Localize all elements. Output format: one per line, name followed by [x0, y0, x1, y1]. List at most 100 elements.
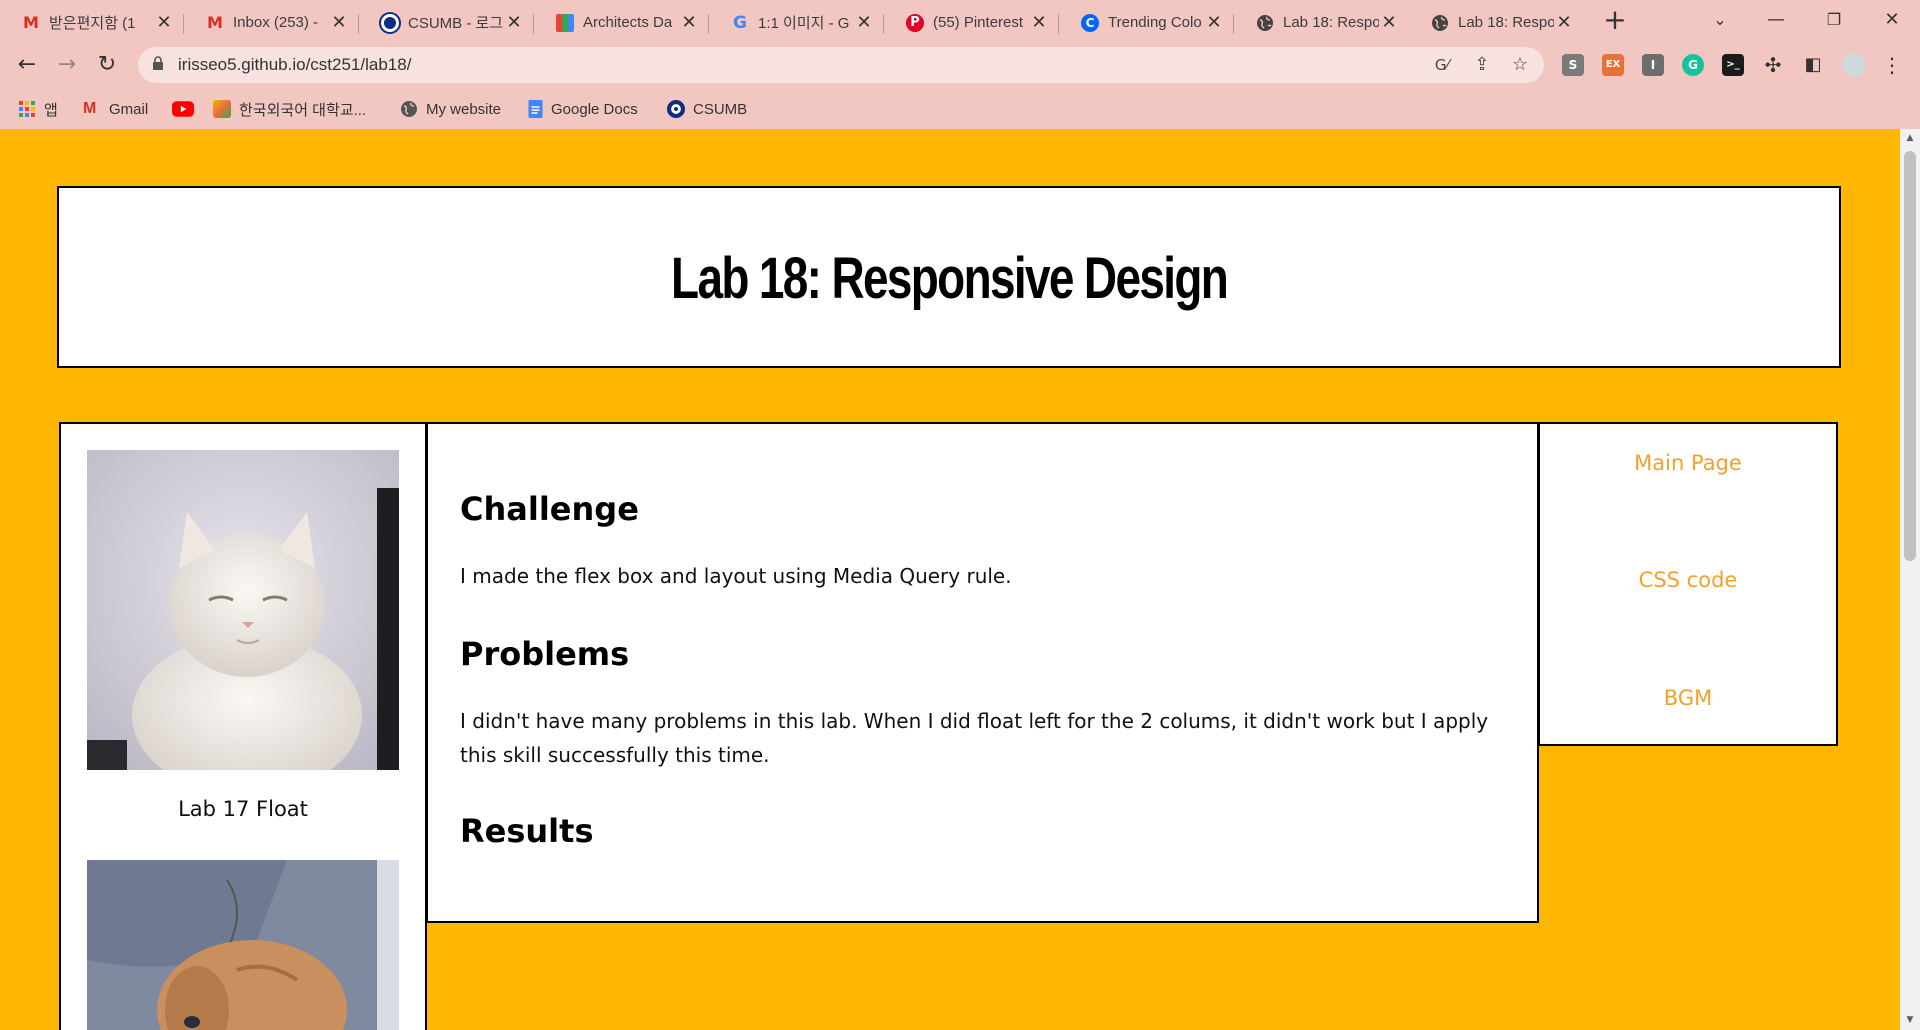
tab-title: Inbox (253) - [233, 14, 319, 31]
extension-s-icon[interactable]: S [1562, 54, 1584, 76]
extensions-puzzle-icon[interactable]: ✣ [1757, 49, 1789, 81]
nav-link-css-code[interactable]: CSS code [1540, 568, 1836, 592]
share-icon[interactable]: ⇪ [1470, 54, 1494, 78]
globe-icon [1431, 14, 1449, 32]
dog-photo [87, 860, 399, 1030]
side-panel-icon[interactable]: ◧ [1797, 49, 1829, 81]
restore-icon[interactable]: ❐ [1806, 0, 1862, 41]
bookmark-apps[interactable]: 앱 [18, 97, 58, 121]
browser-chrome: M 받은편지함 (1 ✕ M Inbox (253) - ✕ CSUMB - 로… [0, 0, 1920, 129]
gmail-icon: M [207, 13, 223, 32]
close-tab-icon[interactable]: ✕ [154, 12, 174, 33]
minimize-icon[interactable]: — [1748, 0, 1804, 41]
tab-8[interactable]: Lab 18: Respo ✕ [1234, 4, 1409, 41]
extension-i-icon[interactable]: I [1642, 54, 1664, 76]
bookmark-star-icon[interactable]: ☆ [1508, 54, 1532, 78]
globe-icon [401, 101, 417, 117]
bookmark-label: 앱 [44, 101, 58, 119]
page-header: Lab 18: Responsive Design [57, 186, 1841, 368]
bookmark-gmail[interactable]: M Gmail [83, 97, 148, 121]
main-content: Challenge I made the flex box and layout… [426, 422, 1539, 923]
tab-search-icon[interactable]: ⌄ [1692, 0, 1748, 41]
tab-title: Lab 18: Respo [1458, 14, 1554, 31]
tab-6[interactable]: P (55) Pinterest ✕ [884, 4, 1059, 41]
tab-title: CSUMB - 로그 [408, 15, 504, 32]
address-bar[interactable]: irisseo5.github.io/cst251/lab18/ G⁄ ⇪ ☆ [138, 47, 1544, 83]
page-viewport: Lab 18: Responsive Design Lab 17 Float C… [0, 129, 1900, 1030]
google-docs-icon [528, 100, 543, 118]
close-tab-icon[interactable]: ✕ [504, 12, 524, 33]
scroll-down-icon[interactable]: ▼ [1905, 1015, 1915, 1025]
back-icon[interactable]: ← [11, 49, 43, 81]
page-title: Lab 18: Responsive Design [670, 243, 1229, 311]
bookmark-label: CSUMB [693, 100, 748, 118]
tab-1[interactable]: M 받은편지함 (1 ✕ [0, 4, 184, 41]
close-tab-icon[interactable]: ✕ [679, 12, 699, 33]
close-tab-icon[interactable]: ✕ [1554, 12, 1574, 33]
close-tab-icon[interactable]: ✕ [854, 12, 874, 33]
grammarly-icon[interactable]: G [1682, 54, 1704, 76]
extension-ex-icon[interactable]: EX [1602, 54, 1624, 76]
pinterest-icon: P [906, 13, 924, 32]
bookmark-csumb[interactable]: CSUMB [667, 97, 747, 121]
bookmark-label: My website [426, 100, 502, 118]
lock-icon [153, 56, 163, 70]
csumb-icon [381, 13, 399, 32]
menu-kebab-icon[interactable]: ⋮ [1876, 49, 1908, 81]
forward-icon[interactable]: → [51, 49, 83, 81]
bookmark-youtube[interactable] [172, 97, 202, 121]
close-tab-icon[interactable]: ✕ [1204, 12, 1224, 33]
vertical-scrollbar[interactable]: ▲ ▼ [1900, 129, 1920, 1030]
bookmark-my-website[interactable]: My website [400, 97, 501, 121]
tab-5[interactable]: G 1:1 이미지 - G ✕ [709, 4, 884, 41]
google-icon: G [733, 12, 747, 33]
close-tab-icon[interactable]: ✕ [329, 12, 349, 33]
new-tab-icon[interactable]: + [1600, 6, 1630, 36]
sidebar-right-nav: Main Page CSS code BGM [1538, 422, 1838, 746]
section-heading-problems: Problems [460, 635, 630, 673]
bookmark-label: 한국외국어 대학교... [239, 101, 367, 119]
translate-icon[interactable]: G⁄ [1430, 54, 1454, 78]
tab-3[interactable]: CSUMB - 로그 ✕ [359, 4, 534, 41]
close-tab-icon[interactable]: ✕ [1029, 12, 1049, 33]
tab-title: Trending Colo [1108, 14, 1202, 31]
tab-strip: M 받은편지함 (1 ✕ M Inbox (253) - ✕ CSUMB - 로… [0, 0, 1920, 41]
section-text-challenge: I made the flex box and layout using Med… [460, 564, 1012, 588]
nav-link-bgm[interactable]: BGM [1540, 686, 1836, 710]
section-text-problems: I didn't have many problems in this lab.… [460, 709, 1489, 767]
csumb-icon [667, 100, 685, 118]
tab-title: (55) Pinterest [933, 14, 1024, 31]
tab-title: 1:1 이미지 - G [758, 15, 850, 32]
bookmark-hufs[interactable]: 한국외국어 대학교... [213, 97, 366, 121]
bookmark-google-docs[interactable]: Google Docs [528, 97, 638, 121]
coolors-icon: C [1081, 13, 1099, 32]
reload-icon[interactable]: ↻ [91, 49, 123, 81]
gmail-icon: M [23, 13, 39, 32]
bookmarks-bar: 앱 M Gmail 한국외국어 대학교... My website Google… [0, 89, 1920, 129]
youtube-icon [172, 101, 194, 117]
tab-title: Lab 18: Respo [1283, 14, 1379, 31]
url-text[interactable]: irisseo5.github.io/cst251/lab18/ [178, 55, 411, 75]
sidebar-caption: Lab 17 Float [178, 797, 308, 821]
sidebar-left: Lab 17 Float [59, 422, 427, 1030]
globe-icon [1256, 14, 1274, 32]
tab-4[interactable]: Architects Da ✕ [534, 4, 709, 41]
avatar[interactable] [1838, 49, 1870, 81]
tab-2[interactable]: M Inbox (253) - ✕ [184, 4, 359, 41]
scrollbar-thumb[interactable] [1904, 151, 1916, 561]
bookmark-label: Gmail [109, 100, 149, 118]
architects-icon [556, 13, 574, 32]
gmail-icon: M [83, 100, 97, 117]
tab-7[interactable]: C Trending Colo ✕ [1059, 4, 1234, 41]
tab-9-active[interactable]: Lab 18: Respo ✕ [1409, 4, 1584, 41]
section-heading-results: Results [460, 812, 594, 850]
scroll-up-icon[interactable]: ▲ [1905, 133, 1915, 143]
tab-title: Architects Da [583, 14, 673, 31]
terminal-extension-icon[interactable]: >_ [1722, 54, 1744, 76]
toolbar: ← → ↻ irisseo5.github.io/cst251/lab18/ G… [0, 41, 1920, 89]
apps-grid-icon [19, 101, 35, 117]
section-heading-challenge: Challenge [460, 490, 639, 528]
nav-link-main-page[interactable]: Main Page [1540, 451, 1836, 475]
close-tab-icon[interactable]: ✕ [1379, 12, 1399, 33]
close-window-icon[interactable]: ✕ [1864, 0, 1920, 41]
